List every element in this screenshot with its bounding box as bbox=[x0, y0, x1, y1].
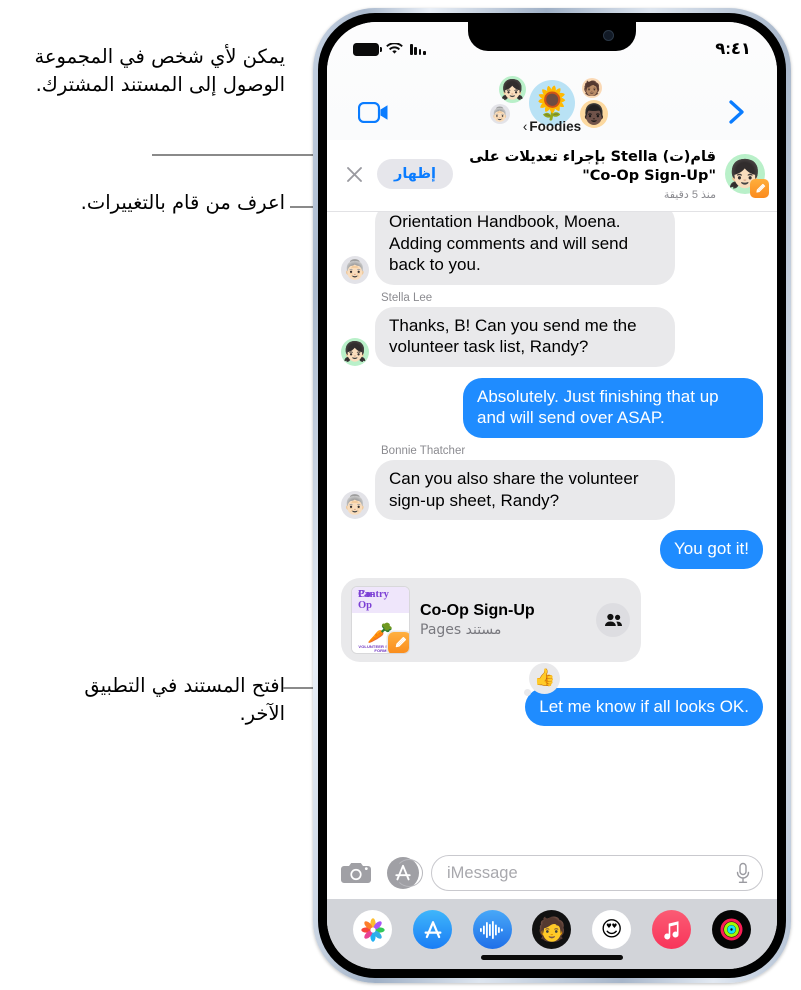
wifi-icon bbox=[386, 43, 403, 54]
app-audio[interactable] bbox=[472, 910, 512, 949]
document-thumbnail: Pantry Co-Op 🥕 VOLUNTEER SIGN-UP FORM bbox=[352, 586, 409, 653]
collab-text-block: قام(ت) Stella بإجراء تعديلات على "Co-Op … bbox=[453, 148, 716, 201]
pages-app-icon bbox=[388, 631, 409, 653]
app-drawer-stack-icon bbox=[395, 859, 423, 887]
group-name-label[interactable]: ‹ Foodies bbox=[327, 119, 777, 134]
collab-show-button[interactable]: إظهار bbox=[377, 159, 453, 190]
close-x-icon[interactable] bbox=[341, 161, 367, 187]
status-bar-time: ٩:٤١ bbox=[715, 40, 751, 58]
message-row: 👧🏻 Thanks, B! Can you send me the volunt… bbox=[341, 306, 763, 367]
people-collaboration-icon[interactable] bbox=[596, 602, 630, 637]
callout-changes: اعرف من قام بالتغييرات. bbox=[80, 191, 285, 214]
callout-open-doc: افتح المستند في التطبيق الآخر. bbox=[84, 674, 285, 725]
app-music[interactable] bbox=[651, 910, 691, 949]
thumbs-up-reaction[interactable]: 👍 bbox=[524, 662, 561, 696]
message-text: Let me know if all looks OK. bbox=[539, 696, 749, 716]
avatar: 👧🏻 bbox=[341, 337, 369, 366]
group-avatar-stella: 👧🏻 bbox=[499, 76, 526, 103]
imessage-input-wrapper[interactable] bbox=[431, 855, 763, 891]
home-indicator bbox=[481, 955, 623, 960]
message-row: 👵🏻 Orientation Handbook, Moena. Adding c… bbox=[341, 204, 763, 285]
phone-bezel: ٩:٤١ 👧🏻 👵🏻 🧑🏽 👨🏿 🌻 ‹ Foodies 👧🏻 قام(ت) S… bbox=[318, 13, 786, 978]
message-row: 👵🏻 Can you also share the volunteer sign… bbox=[341, 460, 763, 521]
app-store-button[interactable] bbox=[387, 857, 423, 889]
leader-line-sharing bbox=[152, 154, 330, 156]
group-name-text: Foodies bbox=[529, 119, 582, 134]
avatar: 👵🏻 bbox=[341, 491, 369, 520]
status-indicators bbox=[353, 42, 426, 56]
avatar: 👵🏻 bbox=[341, 255, 369, 284]
iphone-frame: ٩:٤١ 👧🏻 👵🏻 🧑🏽 👨🏿 🌻 ‹ Foodies 👧🏻 قام(ت) S… bbox=[313, 8, 791, 983]
battery-full-icon bbox=[353, 42, 382, 56]
message-row: 👍 Let me know if all looks OK. bbox=[341, 662, 763, 727]
message-input-bar bbox=[327, 847, 777, 899]
message-row-document: Pantry Co-Op 🥕 VOLUNTEER SIGN-UP FORM Co… bbox=[341, 577, 763, 662]
camera-icon[interactable] bbox=[341, 860, 372, 886]
collaboration-banner: 👧🏻 قام(ت) Stella بإجراء تعديلات على "Co-… bbox=[327, 140, 777, 212]
memoji-stickers-icon: 😍 bbox=[600, 918, 623, 941]
imessage-input[interactable] bbox=[447, 863, 733, 883]
app-store[interactable] bbox=[413, 910, 453, 949]
pages-app-icon bbox=[750, 179, 769, 199]
memoji-icon: 🧑 bbox=[537, 916, 567, 942]
notch bbox=[468, 22, 636, 51]
screenshot-root: يمكن لأي شخص في المجموعة الوصول إلى المس… bbox=[0, 0, 801, 990]
document-subtitle: مستند Pages bbox=[420, 622, 502, 639]
app-photos[interactable] bbox=[353, 910, 393, 949]
message-bubble[interactable]: You got it! bbox=[660, 530, 763, 569]
thumbnail-header: Pantry Co-Op bbox=[352, 586, 409, 613]
callout-sharing: يمكن لأي شخص في المجموعة الوصول إلى المس… bbox=[34, 45, 285, 96]
cellular-bars-icon bbox=[410, 43, 426, 55]
collab-avatar: 👧🏻 bbox=[725, 154, 769, 199]
document-meta: Co-Op Sign-Up مستند Pages bbox=[409, 601, 596, 638]
message-list[interactable]: 👵🏻 Orientation Handbook, Moena. Adding c… bbox=[327, 204, 777, 847]
message-row: Absolutely. Just finishing that up and w… bbox=[341, 377, 763, 439]
activity-rings-icon bbox=[720, 918, 743, 941]
message-row: You got it! bbox=[341, 530, 763, 569]
collab-title: قام(ت) Stella بإجراء تعديلات على "Co-Op … bbox=[469, 149, 716, 184]
message-bubble[interactable]: Orientation Handbook, Moena. Adding comm… bbox=[375, 204, 675, 285]
message-bubble[interactable]: 👍 Let me know if all looks OK. bbox=[524, 662, 763, 727]
document-title: Co-Op Sign-Up bbox=[420, 602, 535, 620]
message-bubble[interactable]: Can you also share the volunteer sign-up… bbox=[375, 460, 675, 521]
shared-document-card[interactable]: Pantry Co-Op 🥕 VOLUNTEER SIGN-UP FORM Co… bbox=[341, 577, 641, 662]
phone-screen: ٩:٤١ 👧🏻 👵🏻 🧑🏽 👨🏿 🌻 ‹ Foodies 👧🏻 قام(ت) S… bbox=[327, 22, 777, 969]
app-memoji[interactable]: 🧑 bbox=[532, 910, 572, 949]
message-bubble[interactable]: Absolutely. Just finishing that up and w… bbox=[463, 377, 763, 439]
app-fitness[interactable] bbox=[711, 910, 751, 949]
front-camera-icon bbox=[603, 30, 614, 41]
group-avatar-member-3: 🧑🏽 bbox=[582, 78, 602, 98]
music-note-icon bbox=[664, 920, 679, 939]
group-disclosure-chevron-icon: ‹ bbox=[522, 119, 528, 134]
microphone-icon[interactable] bbox=[733, 861, 753, 885]
app-stickers[interactable]: 😍 bbox=[592, 910, 632, 949]
collab-timestamp: منذ 5 دقيقة bbox=[663, 188, 716, 201]
sender-name: Bonnie Thatcher bbox=[381, 445, 466, 458]
message-bubble[interactable]: Thanks, B! Can you send me the volunteer… bbox=[375, 306, 675, 367]
sender-name: Stella Lee bbox=[381, 291, 433, 304]
